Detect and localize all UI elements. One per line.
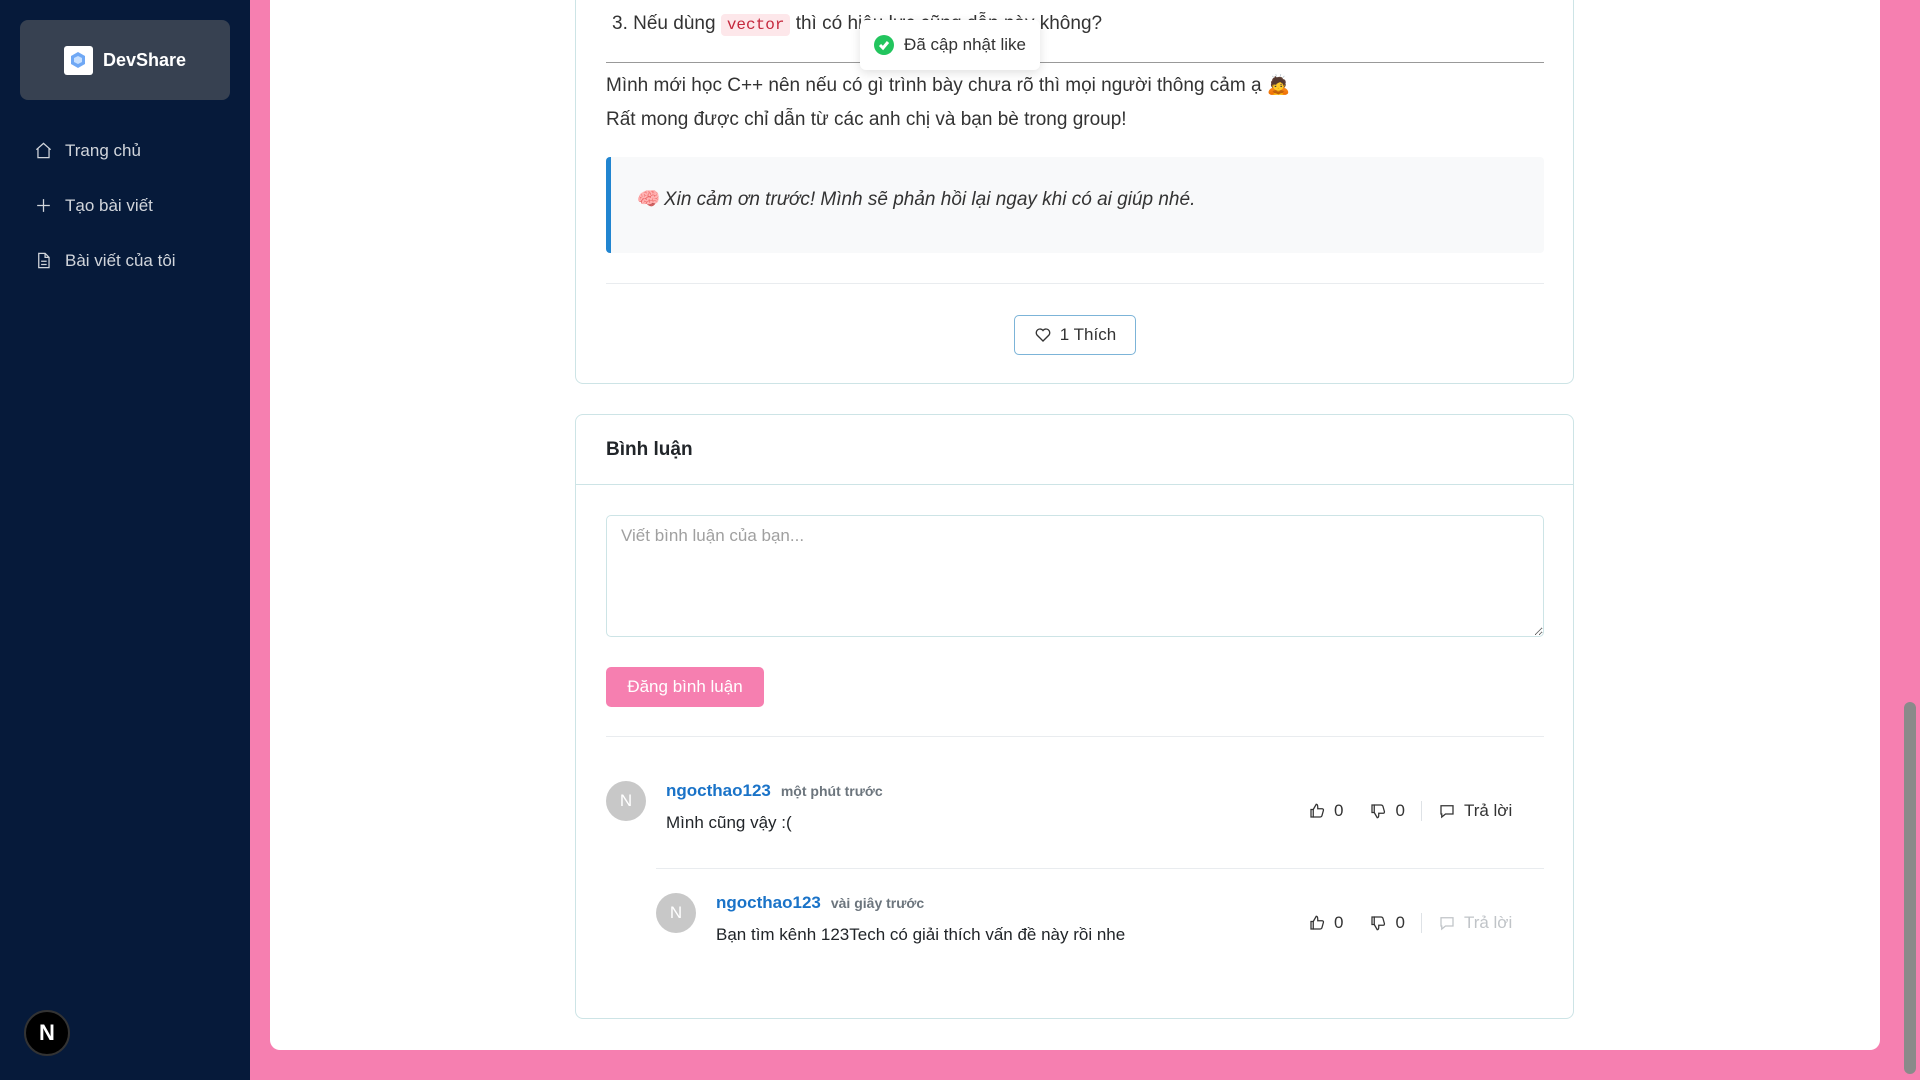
comment-reply-item: N ngocthao123 vài giây trước Bạn tìm kên… xyxy=(656,893,1125,945)
comment-item: N ngocthao123 một phút trước Mình cũng v… xyxy=(606,781,883,833)
comment-like-button[interactable]: 0 xyxy=(1308,801,1343,821)
comments-card: Bình luận Đăng bình luận N ngocthao123 m… xyxy=(575,414,1574,1019)
brand-name: DevShare xyxy=(102,49,187,70)
home-icon xyxy=(35,142,52,159)
comment-dislike-button[interactable]: 0 xyxy=(1369,913,1405,933)
post-card: 3. Nếu dùng vector thì có hiệu lực cũng … xyxy=(575,0,1574,384)
comment-time: vài giây trước xyxy=(830,895,925,911)
post-line-1: Mình mới học C++ nên nếu có gì trình bày… xyxy=(606,75,1291,96)
divider xyxy=(656,868,1544,869)
divider xyxy=(606,283,1544,284)
sidebar: DevShare Trang chủ Tạo bài viết Bài viết… xyxy=(0,0,250,1080)
comment-like-count: 0 xyxy=(1334,801,1344,820)
comment-input[interactable] xyxy=(606,515,1544,637)
sidebar-item-create-post[interactable]: Tạo bài viết xyxy=(0,178,250,233)
sidebar-item-my-posts[interactable]: Bài viết của tôi xyxy=(0,233,250,288)
comment-time: một phút trước xyxy=(780,783,883,799)
comment-dislike-button[interactable]: 0 xyxy=(1369,801,1405,821)
like-button[interactable]: 1 Thích xyxy=(1014,315,1136,355)
chat-bubble-icon xyxy=(1440,917,1454,931)
post-blockquote: 🧠 Xin cảm ơn trước! Mình sẽ phản hồi lại… xyxy=(606,157,1544,253)
heart-icon xyxy=(1035,328,1051,342)
like-label: 1 Thích xyxy=(1059,325,1117,344)
thumbs-down-icon xyxy=(1371,916,1386,931)
sidebar-item-label: Trang chủ xyxy=(65,140,141,160)
thumbs-up-icon xyxy=(1310,803,1325,818)
comment-dislike-count: 0 xyxy=(1395,913,1405,932)
comment-actions: 0 0 Trả lời xyxy=(1308,801,1512,821)
chat-bubble-icon xyxy=(1440,805,1454,819)
inline-code: vector xyxy=(720,14,791,36)
plus-icon xyxy=(37,199,50,212)
brand-logo-icon xyxy=(63,45,93,75)
scrollbar-thumb[interactable] xyxy=(1904,702,1916,1074)
sidebar-item-home[interactable]: Trang chủ xyxy=(0,123,250,178)
post-line-2: Rất mong được chỉ dẫn từ các anh chị và … xyxy=(606,109,1127,130)
divider xyxy=(1420,801,1422,821)
post-question-prefix: 3. Nếu dùng xyxy=(612,13,721,34)
comment-reply-button-disabled: Trả lời xyxy=(1438,913,1512,933)
avatar: N xyxy=(656,893,696,933)
comment-like-button[interactable]: 0 xyxy=(1308,913,1343,933)
comment-username[interactable]: ngocthao123 xyxy=(666,781,771,801)
comment-reply-button[interactable]: Trả lời xyxy=(1438,801,1512,821)
comments-title: Bình luận xyxy=(576,415,1573,485)
avatar: N xyxy=(606,781,646,821)
comment-like-count: 0 xyxy=(1334,913,1344,932)
thumbs-down-icon xyxy=(1371,804,1386,819)
toast-notification: Đã cập nhật like xyxy=(860,20,1040,70)
reply-label: Trả lời xyxy=(1463,801,1513,820)
toast-message: Đã cập nhật like xyxy=(904,35,1026,54)
check-circle-icon xyxy=(874,35,895,55)
post-comment-button[interactable]: Đăng bình luận xyxy=(606,667,764,707)
document-icon xyxy=(38,252,50,269)
sidebar-nav: Trang chủ Tạo bài viết Bài viết của tôi xyxy=(0,123,250,288)
sidebar-item-label: Tạo bài viết xyxy=(65,195,153,215)
comment-dislike-count: 0 xyxy=(1395,801,1405,820)
dev-tools-badge[interactable]: N xyxy=(24,1010,70,1056)
divider xyxy=(606,736,1544,737)
thumbs-up-icon xyxy=(1310,915,1325,930)
comment-actions: 0 0 Trả lời xyxy=(1308,913,1512,933)
comment-text: Mình cũng vậy :( xyxy=(666,813,792,832)
brand-logo-block[interactable]: DevShare xyxy=(20,20,230,100)
divider xyxy=(606,62,1544,63)
sidebar-item-label: Bài viết của tôi xyxy=(65,250,176,270)
reply-label: Trả lời xyxy=(1463,913,1513,932)
blockquote-text: 🧠 Xin cảm ơn trước! Mình sẽ phản hồi lại… xyxy=(635,189,1196,210)
divider xyxy=(1420,913,1422,933)
comment-username[interactable]: ngocthao123 xyxy=(716,893,821,913)
comment-text: Bạn tìm kênh 123Tech có giải thích vấn đ… xyxy=(716,925,1126,944)
